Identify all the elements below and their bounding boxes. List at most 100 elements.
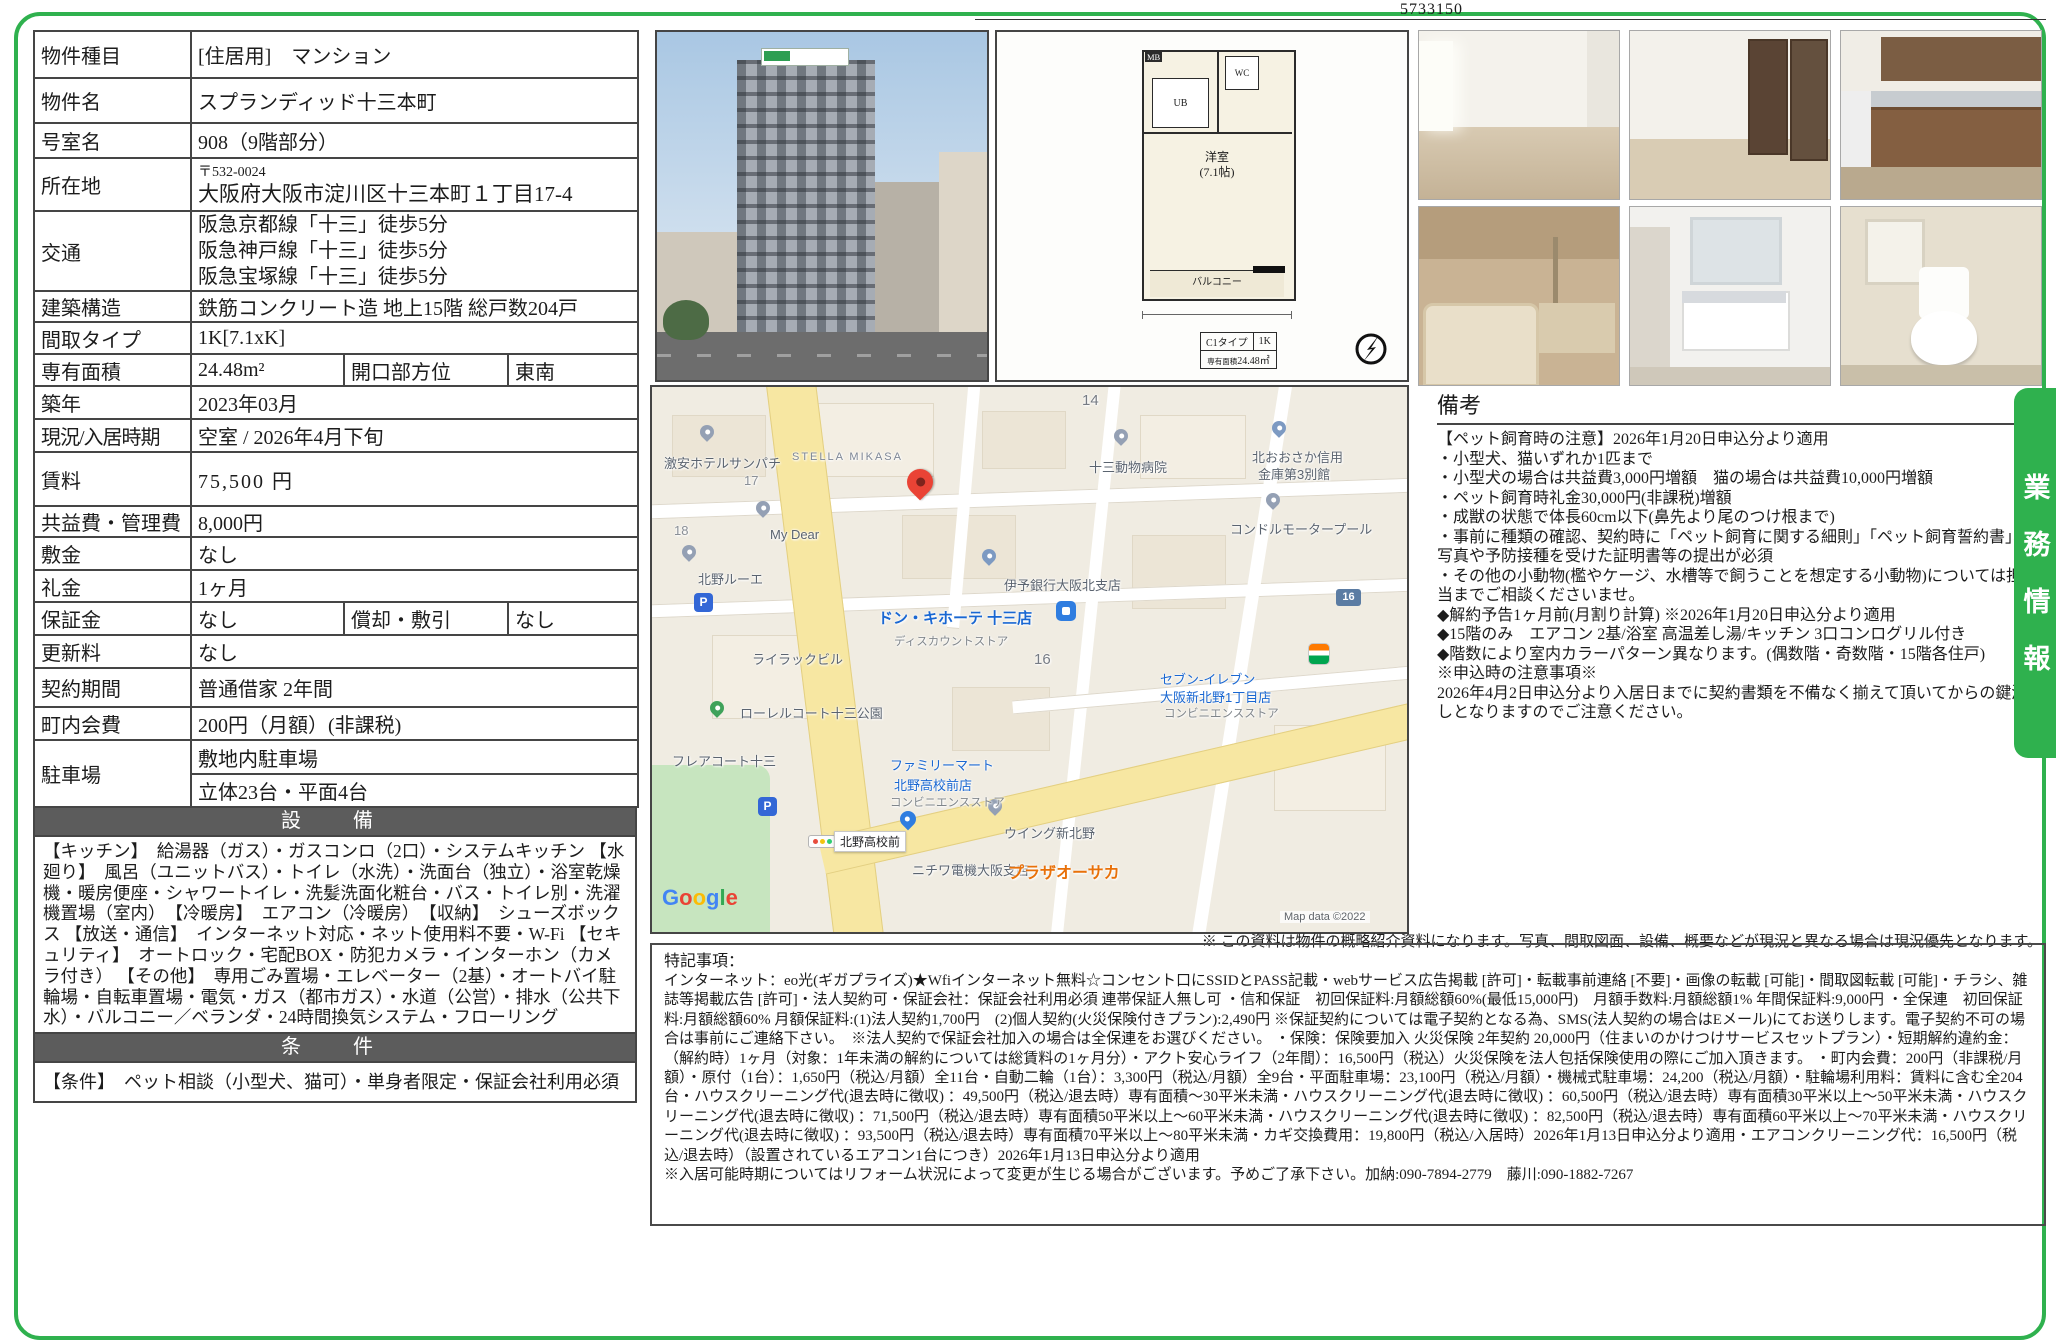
floorplan-balcony-label: バルコニー <box>1150 270 1284 297</box>
row-label: 共益費・管理費 <box>34 506 191 537</box>
special-notes-footer: ※入居可能時期についてはリフォーム状況によって変更が生じる場合がございます。予め… <box>664 1166 2032 1185</box>
row-access: 交通 阪急京都線「十三」徒歩5分 阪急神戸線「十三」徒歩5分 阪急宝塚線「十三」… <box>34 211 638 291</box>
floorplan-mb-label: MB <box>1145 52 1162 62</box>
building-photo-tower <box>737 60 875 362</box>
row-label: 賃料 <box>34 452 191 506</box>
special-notes-box: 特記事項： インターネット：eo光(ギガプライズ)★Wfiインターネット無料☆コ… <box>650 943 2046 1226</box>
building-photo-sign <box>761 48 849 66</box>
map-label: 激安ホテルサンパチ <box>664 453 781 472</box>
map-label: ファミリーマート <box>890 755 994 774</box>
business-info-tab[interactable]: 業務情報 <box>2014 388 2056 758</box>
photo-room-doors <box>1629 30 1831 200</box>
floorplan-type: C1タイプ <box>1201 333 1254 351</box>
map-label: プラザオーサカ <box>1008 859 1120 883</box>
remark-paragraph: ・小型犬、猫いずれか1匹まで <box>1437 450 2037 470</box>
header-rule <box>975 19 2046 20</box>
row-built-year: 築年 2023年03月 <box>34 386 638 419</box>
row-value: なし <box>191 602 344 635</box>
photo-living-room <box>1418 30 1620 200</box>
photo-bathroom <box>1418 206 1620 386</box>
compass-icon <box>1352 330 1390 368</box>
floorplan-area-value: 24.48㎡ <box>1237 356 1270 367</box>
floorplan-ub-label: UB <box>1152 78 1209 128</box>
map-store-711-icon <box>1308 643 1330 665</box>
property-name: スプランディッド十三本町 <box>191 78 638 123</box>
floorplan-plan: 1K <box>1253 333 1276 351</box>
row-label: 所在地 <box>34 158 191 211</box>
floorplan-wc-label: WC <box>1225 56 1259 90</box>
map-label: セブン-イレブン <box>1160 669 1255 688</box>
map-label: ウイング新北野 <box>1004 823 1095 842</box>
rent-amount: 75,500 円 <box>191 452 638 506</box>
row-label: 物件種目 <box>34 31 191 78</box>
row-key-money: 礼金 1ヶ月 <box>34 570 638 602</box>
row-floor-area: 専有面積 24.48m² 開口部方位 東南 <box>34 354 638 386</box>
photo-toilet <box>1840 206 2042 386</box>
equipment-section-header: 設 備 <box>33 808 637 837</box>
row-label: 保証金 <box>34 602 191 635</box>
remark-paragraph: ◆解約予告1ヶ月前(月割り計算) ※2026年1月20日申込分より適用 <box>1437 606 2037 626</box>
map-label: Map data ©2022 <box>1280 911 1370 923</box>
access-line: 阪急京都線「十三」徒歩5分 <box>198 212 631 238</box>
row-label: 号室名 <box>34 123 191 158</box>
row-value: 〒532-0024 大阪府大阪市淀川区十三本町１丁目17-4 <box>191 158 638 211</box>
map-label: ローレルコート十三公園 <box>740 703 883 722</box>
row-label: 駐車場 <box>34 740 191 807</box>
google-logo: Google <box>662 885 738 911</box>
row-value: 908（9階部分） <box>191 123 638 158</box>
property-table: 物件種目 [住居用] マンション 物件名 スプランディッド十三本町 号室名 90… <box>33 30 637 1103</box>
map-label: 17 <box>744 473 758 488</box>
row-deposit: 敷金 なし <box>34 537 638 570</box>
map-pin-gray-icon <box>679 542 699 562</box>
map-label: 十三動物病院 <box>1089 457 1167 476</box>
map-label: コンドルモータープール <box>1230 519 1372 538</box>
remark-paragraph: ・成獣の状態で体長60cm以下(鼻先より尾のつけ根まで) <box>1437 508 2037 528</box>
floorplan-room-label: 洋室 (7.1帖) <box>1142 150 1292 180</box>
map-traffic-icon <box>808 835 836 848</box>
row-renewal-fee: 更新料 なし <box>34 635 638 668</box>
floor-plan: MB UB WC 洋室 (7.1帖) バルコニー C1タイプ 1K 専有面積24… <box>995 30 1409 382</box>
row-value: [住居用] マンション <box>191 31 638 78</box>
remarks-rule <box>1437 423 2037 425</box>
map-label: ライラックビル <box>752 649 843 668</box>
special-notes-text: インターネット：eo光(ギガプライズ)★Wfiインターネット無料☆コンセント口に… <box>664 972 2032 1166</box>
row-value: 1K[7.1xK] <box>191 322 638 354</box>
remark-paragraph: ・その他の小動物(檻やケージ、水槽等で飼うことを想定する小動物)については担当ま… <box>1437 567 2037 606</box>
remark-paragraph: 【ペット飼育時の注意】2026年1月20日申込分より適用 <box>1437 430 2037 450</box>
remarks-section: 備考 【ペット飼育時の注意】2026年1月20日申込分より適用・小型犬、猫いずれ… <box>1437 388 2037 723</box>
row-value: 阪急京都線「十三」徒歩5分 阪急神戸線「十三」徒歩5分 阪急宝塚線「十三」徒歩5… <box>191 211 638 291</box>
row-guarantee: 保証金 なし 償却・敷引 なし <box>34 602 638 635</box>
map-label: 金庫第3別館 <box>1258 464 1330 483</box>
row-label: 更新料 <box>34 635 191 668</box>
row-layout-type: 間取タイプ 1K[7.1xK] <box>34 322 638 354</box>
row-value: なし <box>191 635 638 668</box>
map-label: 大阪新北野1丁目店 <box>1160 687 1271 706</box>
map-label: 伊予銀行大阪北支店 <box>1004 575 1121 594</box>
row-value2: 東南 <box>508 354 638 386</box>
row-parking: 駐車場 敷地内駐車場 <box>34 740 638 774</box>
row-property-type: 物件種目 [住居用] マンション <box>34 31 638 78</box>
access-line: 阪急神戸線「十三」徒歩5分 <box>198 238 631 264</box>
document-number: 5733150 <box>1400 1 1550 19</box>
special-notes-title: 特記事項： <box>664 951 2032 972</box>
row-label: 現況/入居時期 <box>34 419 191 452</box>
row-value: 8,000円 <box>191 506 638 537</box>
row-room-number: 号室名 908（9階部分） <box>34 123 638 158</box>
remark-paragraph: ※申込時の注意事項※ <box>1437 664 2037 684</box>
row-value2: なし <box>508 602 638 635</box>
map-store-blue-icon <box>1056 601 1076 621</box>
building-exterior-photo <box>655 30 989 382</box>
remark-paragraph: ・ペット飼育時礼金30,000円(非課税)増額 <box>1437 489 2037 509</box>
map-label: 北野ルーエ <box>698 569 763 588</box>
remark-paragraph: 2026年4月2日申込分より入居日までに契約書類を不備なく揃えて頂いてからの鍵渡… <box>1437 684 2037 723</box>
photo-washroom <box>1629 206 1831 386</box>
map-label: フレアコート十三 <box>672 751 776 770</box>
map-label: コンビニエンスストア <box>890 794 1005 810</box>
floorplan-dimension-line <box>1142 314 1292 315</box>
floorplan-info-table: C1タイプ 1K 専有面積24.48㎡ <box>1200 332 1277 369</box>
row-status: 現況/入居時期 空室 / 2026年4月下旬 <box>34 419 638 452</box>
remark-paragraph: ◆階数により室内カラーパターン異なります。(偶数階・奇数階・15階各住戸) <box>1437 645 2037 665</box>
remark-paragraph: ◆15階のみ エアコン 2基/浴室 高温差し湯/キッチン 3口コンログリル付き <box>1437 625 2037 645</box>
row-common-fee: 共益費・管理費 8,000円 <box>34 506 638 537</box>
map-label: コンビニエンスストア <box>1164 705 1279 721</box>
